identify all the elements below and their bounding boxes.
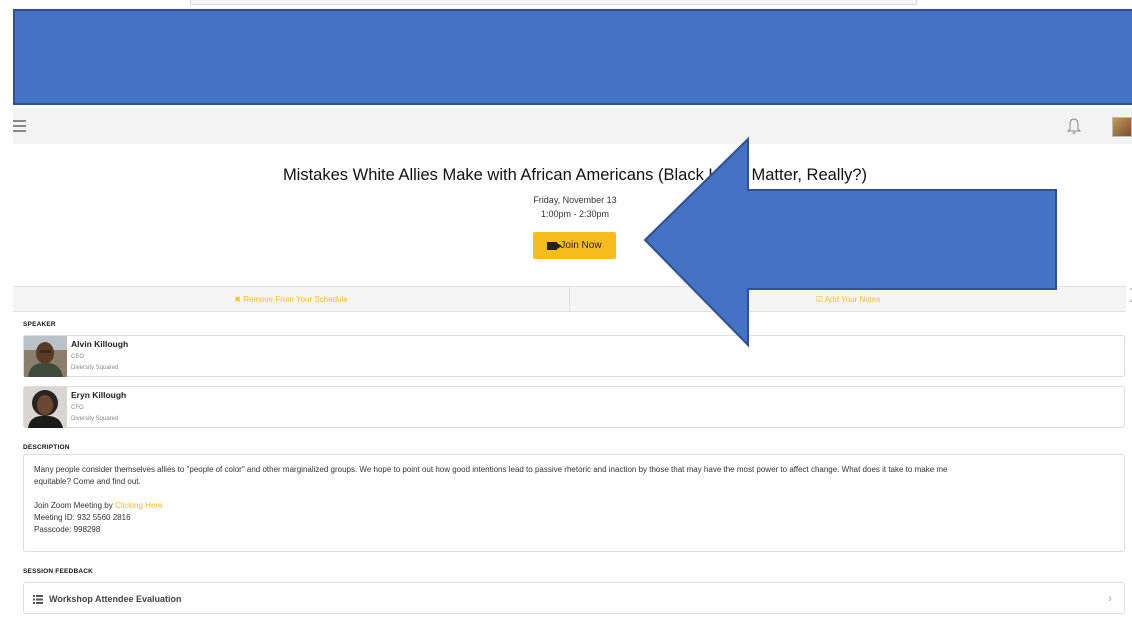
description-box: Many people consider themselves allies t… bbox=[23, 454, 1125, 552]
feedback-section-label: SESSION FEEDBACK bbox=[23, 568, 94, 575]
zoom-join-link[interactable]: Clicking Here bbox=[115, 501, 163, 510]
session-time: 1:00pm - 2:30pm bbox=[540, 209, 610, 219]
speaker-section-label: SPEAKER bbox=[23, 321, 56, 328]
hamburger-icon[interactable] bbox=[13, 120, 26, 132]
session-title: Mistakes White Allies Make with African … bbox=[282, 166, 868, 184]
speaker-photo bbox=[24, 387, 67, 428]
video-camera-icon bbox=[547, 241, 563, 250]
remove-from-schedule-label: ✖ Remove From Your Schedule bbox=[234, 294, 348, 304]
speaker-role: CEO bbox=[71, 354, 85, 360]
bell-icon[interactable] bbox=[1066, 117, 1082, 135]
speaker-org: Diversity Squared bbox=[71, 416, 119, 422]
header-banner bbox=[13, 9, 1132, 105]
session-date: Friday, November 13 bbox=[533, 195, 617, 205]
browser-top-strip bbox=[190, 0, 917, 5]
description-section-label: DESCRIPTION bbox=[23, 444, 70, 451]
chevron-right-icon: › bbox=[1108, 591, 1112, 605]
scroll-indicator[interactable]: ⌃ ⌄ bbox=[1128, 288, 1132, 306]
speaker-org: Diversity Squared bbox=[71, 365, 119, 371]
add-notes-button[interactable]: ☑ Add Your Notes bbox=[569, 287, 1126, 311]
workshop-evaluation-item[interactable]: Workshop Attendee Evaluation › bbox=[23, 582, 1125, 614]
session-action-bar: ✖ Remove From Your Schedule ☑ Add Your N… bbox=[13, 286, 1126, 312]
join-now-button[interactable]: Join Now bbox=[533, 232, 616, 259]
speaker-role: CFO bbox=[71, 405, 84, 411]
speaker-name: Eryn Killough bbox=[71, 390, 127, 400]
speaker-card[interactable]: Eryn Killough CFO Diversity Squared bbox=[23, 386, 1125, 428]
description-line-1: Many people consider themselves allies t… bbox=[34, 465, 948, 474]
add-notes-label: ☑ Add Your Notes bbox=[815, 294, 881, 304]
app-toolbar bbox=[13, 108, 1132, 144]
speaker-name: Alvin Killough bbox=[71, 339, 129, 349]
user-avatar[interactable] bbox=[1112, 117, 1132, 137]
description-line-2: equitable? Come and find out. bbox=[34, 477, 141, 486]
zoom-join-prefix: Join Zoom Meeting by bbox=[34, 501, 115, 510]
workshop-evaluation-label: Workshop Attendee Evaluation bbox=[49, 594, 182, 604]
speaker-card[interactable]: Alvin Killough CEO Diversity Squared bbox=[23, 335, 1125, 377]
join-now-label: Join Now bbox=[560, 240, 602, 251]
remove-from-schedule-button[interactable]: ✖ Remove From Your Schedule bbox=[13, 287, 569, 311]
meeting-passcode: Passcode: 998298 bbox=[34, 525, 101, 534]
zoom-join-line: Join Zoom Meeting by Clicking Here bbox=[34, 500, 163, 512]
list-icon bbox=[33, 595, 43, 604]
speaker-photo bbox=[24, 336, 67, 377]
meeting-id: Meeting ID: 932 5560 2816 bbox=[34, 513, 131, 522]
